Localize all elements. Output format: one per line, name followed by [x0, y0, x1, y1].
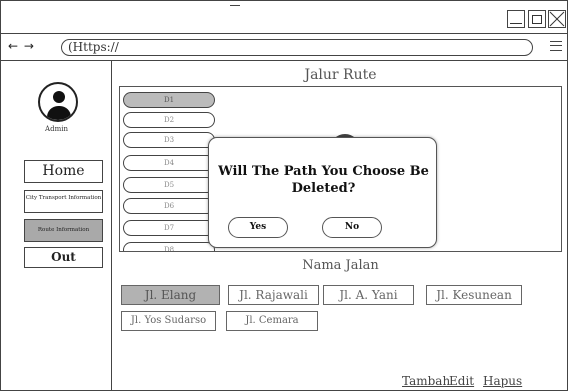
route-item[interactable]: D8: [123, 242, 215, 251]
street-chip[interactable]: Jl. Kesunean: [426, 285, 522, 305]
route-item[interactable]: D4: [123, 155, 215, 171]
edit-link[interactable]: Edit: [449, 374, 474, 388]
street-chip[interactable]: Jl. Rajawali: [228, 285, 319, 305]
minimize-icon[interactable]: [507, 10, 525, 28]
route-item[interactable]: D6: [123, 198, 215, 214]
nav-city-transport-button[interactable]: City Transport Information: [24, 190, 103, 213]
delete-confirmation-dialog: Will The Path You Choose Be Deleted? Yes…: [208, 137, 437, 248]
user-label: Admin: [45, 125, 68, 133]
user-avatar-icon: [38, 82, 78, 122]
nav-out-button[interactable]: Out: [24, 247, 103, 268]
browser-window: ← → (Https:// Admin Home City Transport …: [0, 0, 568, 391]
street-chip[interactable]: Jl. Yos Sudarso: [121, 311, 216, 331]
add-link[interactable]: Tambah: [402, 374, 450, 388]
route-item[interactable]: D7: [123, 220, 215, 236]
nav-route-information-button[interactable]: Route Information: [24, 219, 103, 242]
back-forward-icon[interactable]: ← →: [8, 39, 35, 53]
hamburger-menu-icon[interactable]: [550, 39, 562, 53]
street-chip[interactable]: Jl. Elang: [121, 285, 220, 305]
title-bar-mark: [230, 5, 240, 6]
address-bar: ← → (Https://: [1, 34, 568, 61]
yes-button[interactable]: Yes: [228, 217, 288, 238]
route-section-title: Jalur Rute: [304, 67, 377, 83]
route-item[interactable]: D1: [123, 92, 215, 108]
street-chip[interactable]: Jl. Cemara: [226, 311, 318, 331]
nav-home-button[interactable]: Home: [24, 160, 103, 183]
street-chip[interactable]: Jl. A. Yani: [323, 285, 414, 305]
route-item[interactable]: D3: [123, 132, 215, 148]
no-button[interactable]: No: [322, 217, 382, 238]
title-bar: [1, 1, 568, 34]
sidebar: Admin Home City Transport Information Ro…: [1, 61, 112, 391]
maximize-icon[interactable]: [528, 10, 546, 28]
dialog-message: Will The Path You Choose Be Deleted?: [218, 164, 429, 196]
close-icon[interactable]: [548, 10, 566, 28]
street-section-title: Nama Jalan: [302, 258, 379, 273]
route-item[interactable]: D5: [123, 177, 215, 193]
route-item[interactable]: D2: [123, 112, 215, 128]
url-input[interactable]: (Https://: [61, 39, 533, 56]
delete-link[interactable]: Hapus: [483, 374, 522, 388]
